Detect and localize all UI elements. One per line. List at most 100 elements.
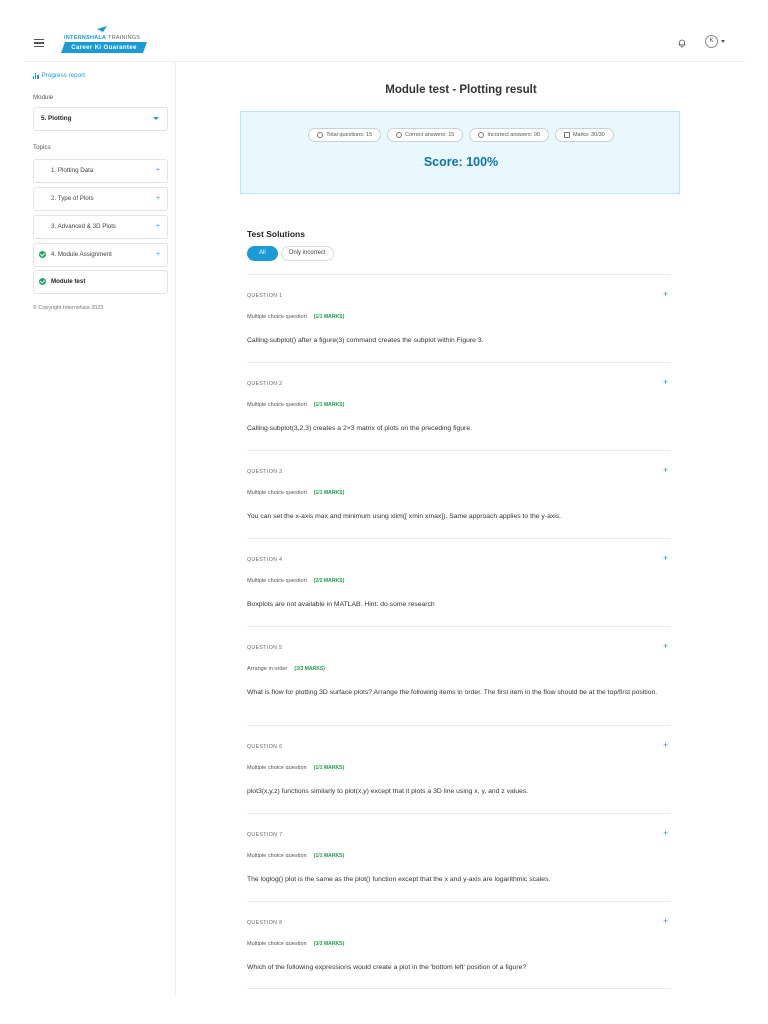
question-item: QUESTION 4 + Multiple choice question (2/…	[247, 538, 671, 626]
question-item: QUESTION 8 + Multiple choice question (3/…	[247, 901, 671, 989]
question-text: You can set the x-axis max and minimum u…	[247, 513, 562, 520]
account-menu[interactable]: K	[705, 35, 735, 49]
question-number: QUESTION 7	[247, 832, 283, 838]
question-number: QUESTION 5	[247, 645, 283, 651]
solution-filters: All Only incorrect	[247, 246, 334, 261]
question-type: Multiple choice question (1/1 MARKS)	[247, 765, 344, 771]
topic-label: Module test	[51, 278, 86, 285]
stat-total-text: Total questions: 15	[326, 132, 373, 138]
question-text: Calling subplot() after a figure(3) comm…	[247, 337, 484, 344]
filter-all-button[interactable]: All	[247, 246, 278, 261]
module-select[interactable]: 5. Plotting	[33, 107, 168, 131]
question-type-label: Multiple choice question	[247, 765, 307, 771]
topic-plotting-data[interactable]: 1. Plotting Data +	[33, 159, 168, 183]
topic-type-of-plots[interactable]: 2. Type of Plots +	[33, 187, 168, 211]
filter-only-incorrect-button[interactable]: Only incorrect	[280, 246, 334, 261]
module-selected-value: 5. Plotting	[41, 115, 72, 122]
avatar[interactable]: K	[705, 35, 718, 48]
stat-marks: Marks: 30/30	[554, 128, 614, 142]
expand-plus-icon[interactable]: +	[663, 377, 668, 387]
expand-plus-icon[interactable]: +	[663, 465, 668, 475]
stat-incorrect-answers: Incorrect answers: 00	[469, 128, 549, 142]
expand-plus-icon[interactable]: +	[663, 289, 668, 299]
question-text: Boxplots are not available in MATLAB. Hi…	[247, 601, 435, 608]
question-marks: (1/1 MARKS)	[313, 402, 345, 408]
topic-label: 1. Plotting Data	[51, 167, 94, 174]
question-text: What is flow for plotting 3D surface plo…	[247, 689, 658, 696]
topic-label: 3. Advanced & 3D Plots	[51, 223, 117, 230]
expand-plus-icon[interactable]: +	[156, 216, 160, 238]
question-marks: (1/1 MARKS)	[313, 765, 345, 771]
result-stats: Total questions: 15 Correct answers: 15 …	[241, 128, 681, 142]
stat-incorrect-text: Incorrect answers: 00	[487, 132, 540, 138]
page-title: Module test - Plotting result	[385, 84, 537, 96]
question-type-label: Multiple choice question	[247, 941, 307, 947]
question-number: QUESTION 4	[247, 557, 283, 563]
question-number: QUESTION 3	[247, 469, 283, 475]
question-text: The loglog() plot is the same as the plo…	[247, 876, 551, 883]
completed-check-icon	[39, 251, 46, 258]
progress-report-link[interactable]: Progress report	[33, 72, 85, 79]
question-item: QUESTION 1 + Multiple choice question (1/…	[247, 274, 671, 362]
logo-bird-icon	[97, 26, 107, 32]
logo-brand-sub: TRAININGS	[106, 35, 141, 41]
logo-brand-main: INTERNSHALA	[64, 35, 107, 41]
expand-plus-icon[interactable]: +	[663, 916, 668, 926]
menu-icon[interactable]	[34, 39, 44, 47]
question-type-label: Multiple choice question	[247, 314, 307, 320]
main-content: Module test - Plotting result Total ques…	[177, 62, 745, 996]
stat-marks-text: Marks: 30/30	[572, 132, 605, 138]
question-number: QUESTION 6	[247, 744, 283, 750]
result-summary-box: Total questions: 15 Correct answers: 15 …	[240, 111, 680, 194]
topics-label: Topics	[33, 144, 51, 151]
document-icon	[563, 132, 570, 138]
test-solutions-heading: Test Solutions	[247, 229, 305, 239]
question-marks: (1/1 MARKS)	[313, 853, 345, 859]
topic-label: 2. Type of Plots	[51, 195, 94, 202]
question-type: Multiple choice question (1/1 MARKS)	[247, 314, 344, 320]
expand-plus-icon[interactable]: +	[663, 740, 668, 750]
question-marks: (2/2 MARKS)	[313, 578, 345, 584]
expand-plus-icon[interactable]: +	[156, 160, 160, 182]
question-type: Multiple choice question (2/2 MARKS)	[247, 578, 344, 584]
question-type: Multiple choice question (1/1 MARKS)	[247, 490, 344, 496]
top-bar: INTERNSHALA TRAININGS Career Ki Guarante…	[25, 22, 745, 62]
question-type: Arrange in order (3/3 MARKS)	[247, 666, 325, 672]
question-type: Multiple choice question (3/3 MARKS)	[247, 941, 344, 947]
question-type-label: Multiple choice question	[247, 853, 307, 859]
topic-module-assignment[interactable]: 4. Module Assignment +	[33, 243, 168, 267]
topic-label: 4. Module Assignment	[51, 251, 112, 258]
question-item: QUESTION 3 + Multiple choice question (1/…	[247, 450, 671, 538]
question-number: QUESTION 1	[247, 293, 283, 299]
question-text: Calling subplot(3,2,3) creates a 2×3 mat…	[247, 425, 472, 432]
topic-advanced-3d-plots[interactable]: 3. Advanced & 3D Plots +	[33, 215, 168, 239]
question-item: QUESTION 2 + Multiple choice question (1/…	[247, 362, 671, 450]
cross-circle-icon	[478, 132, 485, 138]
stat-total-questions: Total questions: 15	[308, 128, 382, 142]
bar-chart-icon	[33, 72, 39, 79]
bell-icon[interactable]	[677, 38, 687, 48]
expand-plus-icon[interactable]: +	[156, 244, 160, 266]
expand-plus-icon[interactable]: +	[663, 828, 668, 838]
internshala-logo[interactable]: INTERNSHALA TRAININGS Career Ki Guarante…	[61, 26, 173, 58]
chevron-down-icon	[721, 40, 725, 43]
question-item: QUESTION 6 + Multiple choice question (1/…	[247, 725, 671, 813]
module-label: Module	[33, 94, 54, 101]
expand-plus-icon[interactable]: +	[156, 188, 160, 210]
question-marks: (1/1 MARKS)	[313, 490, 345, 496]
question-text: plot3(x,y,z) functions similarly to plot…	[247, 788, 529, 795]
expand-plus-icon[interactable]: +	[663, 553, 668, 563]
progress-report-label: Progress report	[41, 72, 85, 79]
question-type: Multiple choice question (1/1 MARKS)	[247, 853, 344, 859]
expand-plus-icon[interactable]: +	[663, 641, 668, 651]
stat-correct-answers: Correct answers: 15	[387, 128, 464, 142]
logo-tagline: Career Ki Guarantee	[61, 42, 147, 53]
question-type-label: Multiple choice question	[247, 402, 307, 408]
question-number: QUESTION 8	[247, 920, 283, 926]
dropdown-arrow-icon	[153, 117, 159, 120]
topic-module-test[interactable]: Module test	[33, 270, 168, 294]
check-circle-icon	[396, 132, 403, 138]
logo-brand-text: INTERNSHALA TRAININGS	[64, 35, 140, 41]
info-icon	[317, 132, 324, 138]
score-value: Score: 100%	[423, 155, 499, 169]
